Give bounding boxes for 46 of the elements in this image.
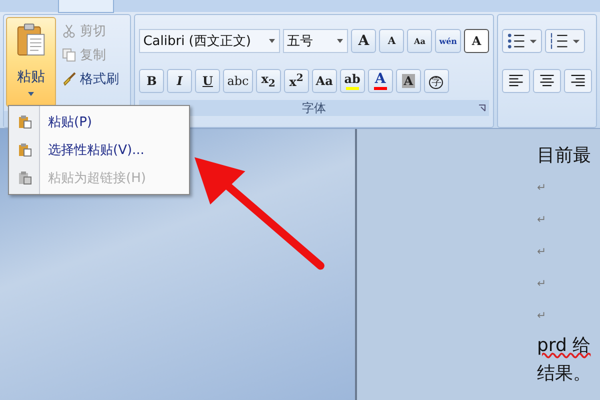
- numbered-list-icon[interactable]: [545, 29, 585, 53]
- copy-icon: [62, 48, 76, 62]
- align-center-icon[interactable]: [533, 69, 561, 93]
- clipboard-icon: [18, 115, 32, 129]
- dialog-launcher-icon[interactable]: [478, 104, 486, 112]
- paragraph-mark: ↵: [537, 180, 546, 194]
- brush-icon: [62, 72, 76, 86]
- grow-font-button[interactable]: A: [351, 29, 376, 53]
- clipboard-icon: [16, 22, 46, 58]
- shrink-font-button[interactable]: A: [379, 29, 404, 53]
- document-text: 目前最: [537, 144, 591, 167]
- paragraph-mark: ↵: [537, 244, 546, 258]
- script-button[interactable]: x$_{2}$: [256, 69, 281, 93]
- format-painter-button[interactable]: 格式刷: [60, 68, 121, 89]
- clipboard-icon: [18, 171, 32, 185]
- menu-item[interactable]: 选择性粘贴(V)...: [9, 136, 189, 164]
- caret-icon: [337, 39, 344, 43]
- bullet-list-icon[interactable]: [502, 29, 542, 53]
- character-border-button[interactable]: A: [464, 29, 489, 53]
- caret-icon: [28, 92, 34, 96]
- italic-button[interactable]: I: [167, 69, 192, 93]
- clear-format-button[interactable]: Aa: [407, 29, 432, 53]
- caret-icon: [269, 39, 276, 43]
- align-right-icon[interactable]: [564, 69, 592, 93]
- script-button[interactable]: x$^{2}$: [284, 69, 309, 93]
- paragraph-mark: ↵: [537, 308, 546, 322]
- menu-item[interactable]: 粘贴(P): [9, 108, 189, 136]
- align-left-icon[interactable]: [502, 69, 530, 93]
- phonetic-guide-button[interactable]: wén: [435, 29, 461, 53]
- group-label: 字体: [302, 100, 326, 116]
- character-shading-button[interactable]: A: [396, 69, 421, 93]
- bold-button[interactable]: B: [139, 69, 164, 93]
- font-color-button[interactable]: A: [368, 69, 393, 93]
- paragraph-mark: ↵: [537, 276, 546, 290]
- document-text: prd 给: [537, 334, 591, 357]
- document-text: 结果。: [537, 362, 591, 385]
- clipboard-icon: [18, 143, 32, 157]
- strikethrough-button[interactable]: abc: [223, 69, 253, 93]
- paste-button[interactable]: 粘贴: [6, 17, 56, 107]
- scissors-icon: [62, 24, 76, 38]
- underline-button[interactable]: U: [195, 69, 220, 93]
- paragraph-mark: ↵: [537, 212, 546, 226]
- font-name-dropdown[interactable]: Calibri (西文正文): [139, 29, 280, 53]
- highlight-button[interactable]: ab: [340, 69, 365, 93]
- font-size-dropdown[interactable]: 五号: [283, 29, 348, 53]
- change-case-button[interactable]: Aa: [312, 69, 337, 93]
